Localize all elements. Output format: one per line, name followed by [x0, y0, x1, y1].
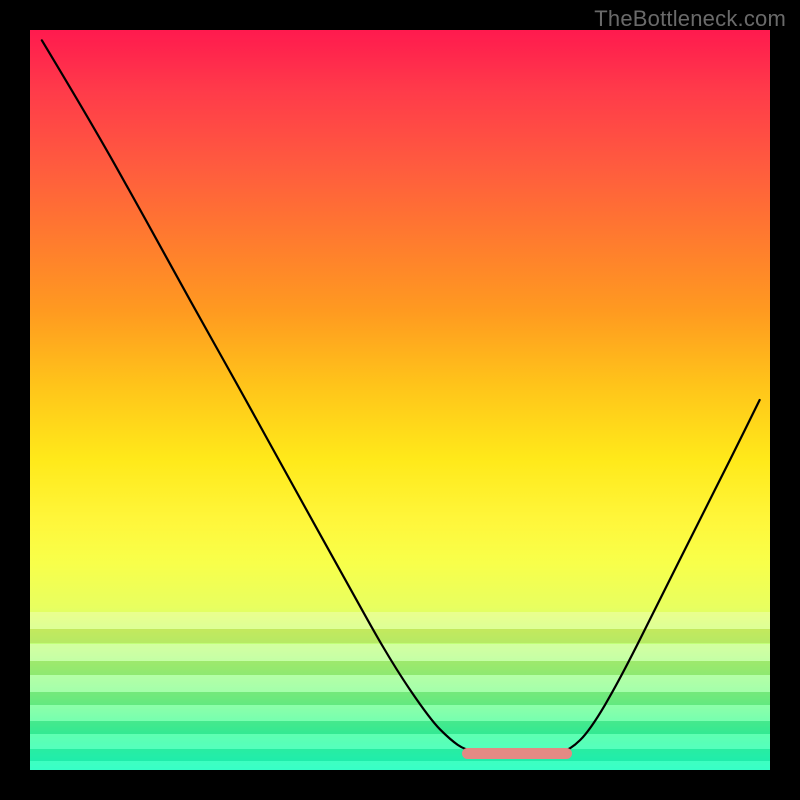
- plot-area: [30, 30, 770, 770]
- valley-highlight-pill: [462, 748, 572, 759]
- watermark-text: TheBottleneck.com: [594, 6, 786, 32]
- stage: TheBottleneck.com: [0, 0, 800, 800]
- bottleneck-curve: [42, 40, 760, 756]
- chart-svg: [30, 30, 770, 770]
